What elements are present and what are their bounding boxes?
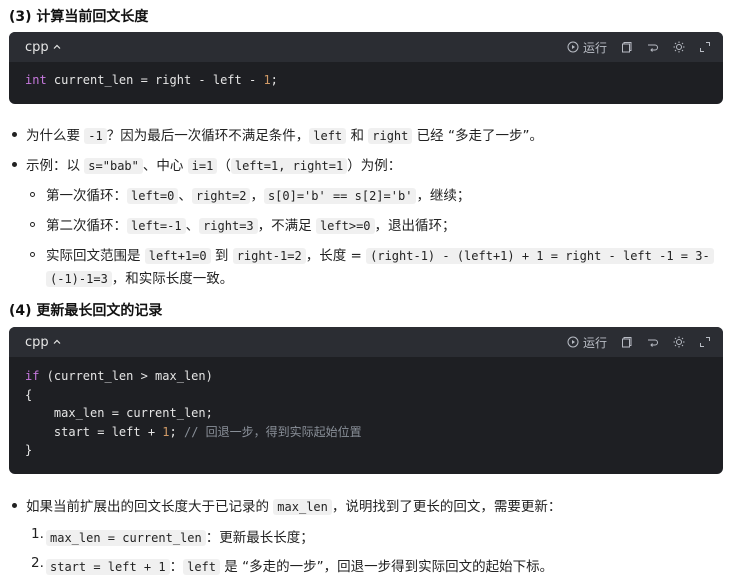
bullet-why-minus-one: 为什么要 -1 ？因为最后一次循环不满足条件， left 和 right 已经 “多… [26, 128, 543, 144]
section-4-heading: (4) 更新最长回文的记录 [9, 303, 163, 319]
sub-bullet-first-loop: 第一次循环： left=0、 right=2， s[0]='b' == s[2]='b… [46, 188, 471, 204]
chevron-up-icon [53, 339, 61, 344]
code-block-1: cpp 运行 int current_len = right - left - … [9, 32, 723, 104]
bullet-dot [12, 503, 17, 508]
run-label: 运行 [582, 40, 607, 55]
play-icon [567, 41, 579, 53]
bullet-example: 示例：以 s="bab" 、中心 i=1 （left=1, right=1 ）为例： [26, 158, 402, 174]
bullet-update-condition: 如果当前扩展出的回文长度大于已记录的 max_len ，说明找到了更长的回文，需要… [26, 499, 562, 515]
language-toggle[interactable]: cpp [25, 40, 61, 55]
sub-bullet-range: 实际回文范围是 left+1=0 到 right-1=2 ，长度 = (right… [46, 244, 714, 264]
copy-icon[interactable] [621, 41, 633, 53]
bullet-dot [12, 132, 17, 137]
run-label: 运行 [582, 335, 607, 350]
list-number: 2. [31, 555, 44, 571]
copy-icon[interactable] [621, 336, 633, 348]
code-body: int current_len = right - left - 1; [25, 73, 278, 87]
numbered-item-1: max_len = current_len ：更新最长长度； [46, 526, 314, 546]
numbered-item-2: start = left + 1： left 是 “多走的一步”，回退一步得到实际… [46, 555, 553, 575]
wrap-icon[interactable] [647, 41, 659, 53]
list-number: 1. [31, 526, 44, 542]
play-icon [567, 336, 579, 348]
code-header: cpp 运行 [9, 327, 723, 357]
expand-icon[interactable] [699, 336, 711, 348]
run-button[interactable]: 运行 [567, 39, 607, 56]
language-label: cpp [25, 334, 49, 350]
code-block-2: cpp 运行 if (current_len > max_len) { max_… [9, 327, 723, 474]
expand-icon[interactable] [699, 41, 711, 53]
sub-bullet-ring [30, 192, 35, 197]
code-body: if (current_len > max_len) { max_len = c… [25, 369, 362, 457]
language-label: cpp [25, 39, 49, 55]
sub-bullet-ring [30, 252, 35, 257]
run-button[interactable]: 运行 [567, 334, 607, 351]
bullet-dot [12, 162, 17, 167]
theme-icon[interactable] [673, 336, 685, 348]
sub-bullet-second-loop: 第二次循环： left=-1、 right=3 ，不满足 left>=0 ，退出循环； [46, 218, 456, 234]
theme-icon[interactable] [673, 41, 685, 53]
sub-bullet-ring [30, 222, 35, 227]
code-header: cpp 运行 [9, 32, 723, 62]
language-toggle[interactable]: cpp [25, 335, 61, 350]
section-3-heading: (3) 计算当前回文长度 [9, 9, 149, 25]
chevron-up-icon [53, 44, 61, 49]
wrap-icon[interactable] [647, 336, 659, 348]
sub-bullet-range-cont: (-1)-1=3 ，和实际长度一致。 [46, 267, 233, 287]
